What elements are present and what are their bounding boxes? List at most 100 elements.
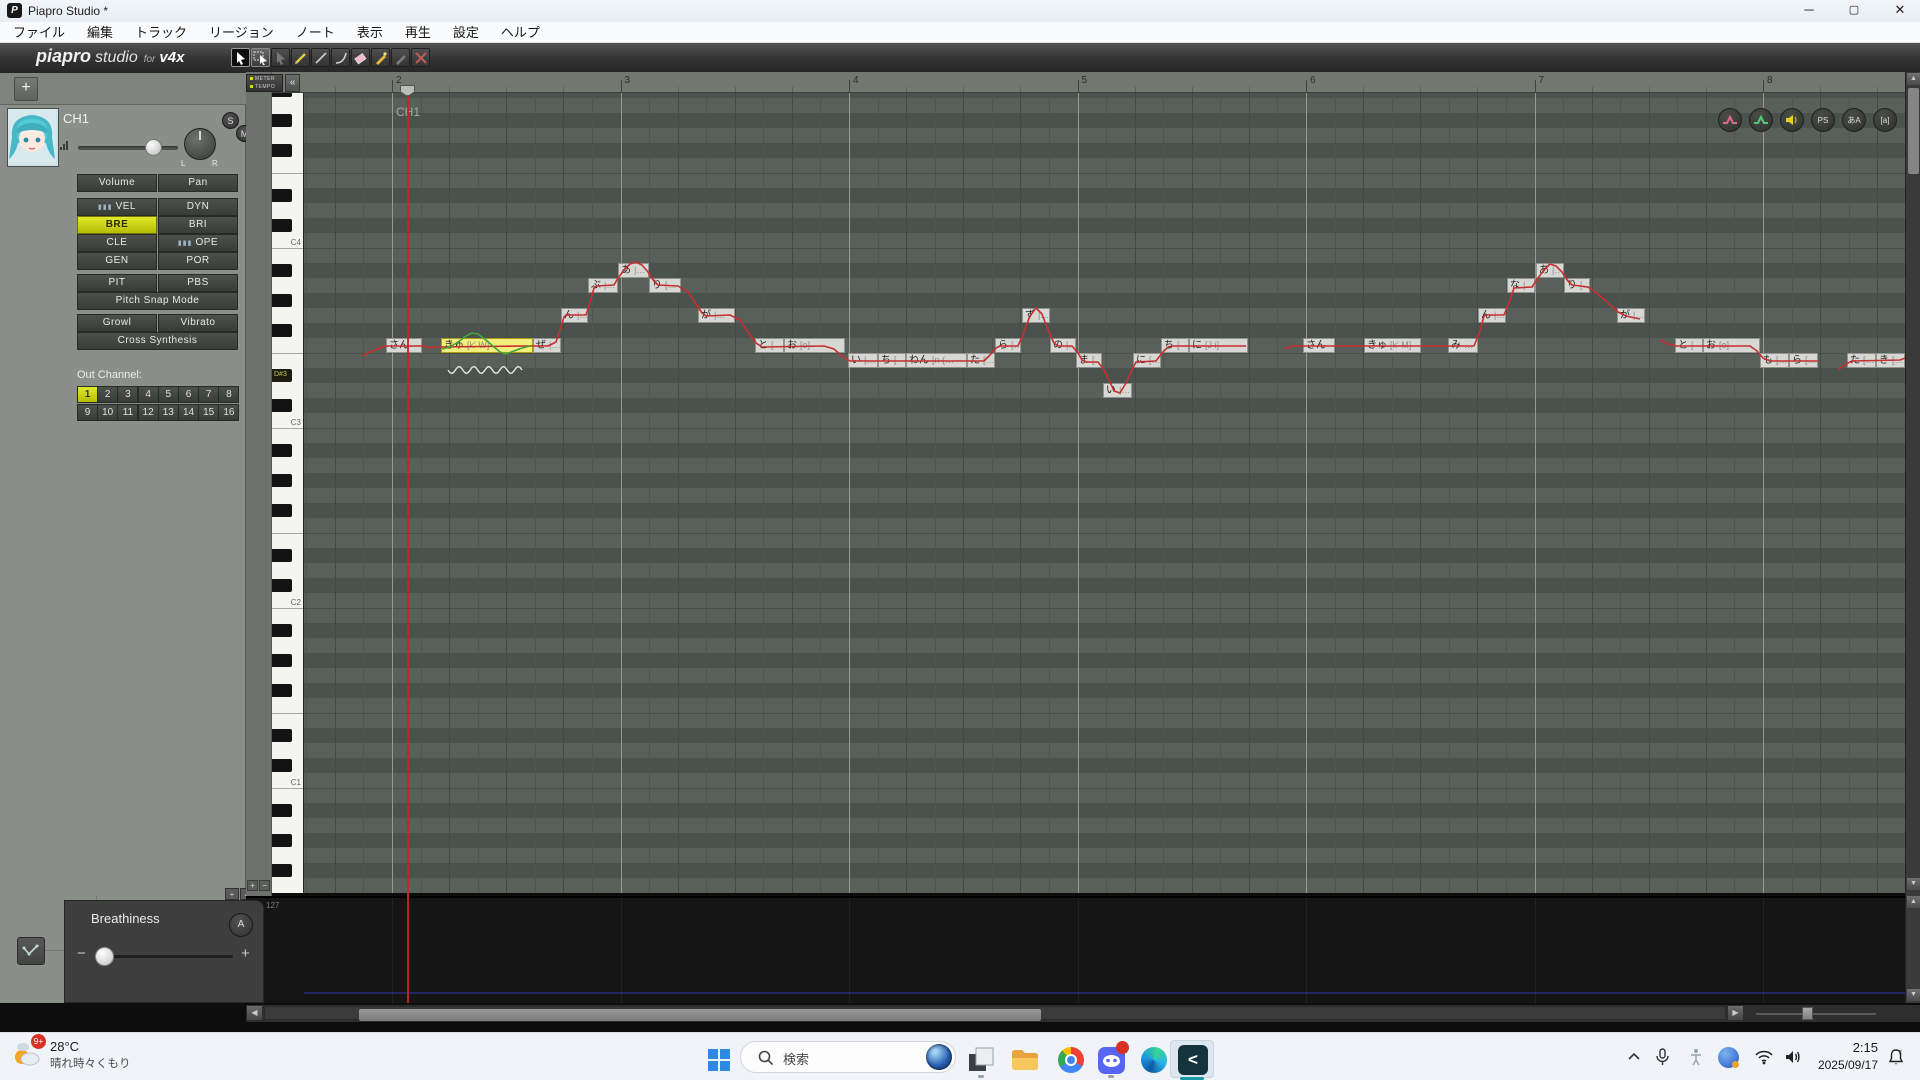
piano-key[interactable] <box>272 473 304 488</box>
menu-item-playback[interactable]: 再生 <box>394 22 442 43</box>
out-channel-5[interactable]: 5 <box>158 386 179 403</box>
note-15[interactable]: ら[… <box>995 338 1021 353</box>
menu-item-region[interactable]: リージョン <box>198 22 285 43</box>
note-4[interactable]: ん|… <box>561 308 588 323</box>
horizontal-scrollbar[interactable]: ◀ ▶ <box>246 1005 1920 1022</box>
note-34[interactable]: ら[… <box>1789 353 1818 368</box>
delete-tool[interactable] <box>411 48 430 67</box>
scroll-left-button[interactable]: ◀ <box>247 1006 262 1020</box>
out-channel-10[interactable]: 10 <box>97 404 118 421</box>
piano-key[interactable] <box>272 728 304 743</box>
out-channel-9[interactable]: 9 <box>77 404 98 421</box>
measure-ruler[interactable]: 2345678 <box>272 72 1905 93</box>
piano-key[interactable] <box>272 383 304 398</box>
marquee-select-tool[interactable] <box>251 48 270 67</box>
notification-bell-icon[interactable]: z <box>1884 1045 1908 1069</box>
minimize-button[interactable]: ─ <box>1789 0 1829 22</box>
param-button-pitch-snap-mode[interactable]: Pitch Snap Mode <box>77 292 238 310</box>
out-channel-12[interactable]: 12 <box>138 404 159 421</box>
menu-item-settings[interactable]: 設定 <box>442 22 490 43</box>
param-button-vibrato[interactable]: Vibrato <box>158 314 238 332</box>
phoneme-ps-button[interactable]: PS <box>1811 108 1835 132</box>
parameter-lane-toggle-button[interactable] <box>17 937 45 965</box>
piano-key[interactable] <box>272 128 304 143</box>
piano-key[interactable] <box>272 248 304 263</box>
select-dim-tool[interactable] <box>271 48 290 67</box>
breathiness-auto-button[interactable]: A <box>229 913 253 937</box>
microphone-icon[interactable] <box>1650 1045 1674 1069</box>
piano-key[interactable] <box>272 458 304 473</box>
taskbar-app-discord[interactable] <box>1096 1045 1126 1075</box>
taskbar-app-explorer[interactable] <box>1010 1045 1040 1075</box>
note-31[interactable]: と[ <box>1675 338 1703 353</box>
weather-widget[interactable]: 9+ 28°C 晴れ時々くもり <box>10 1037 131 1073</box>
panel-plus-button[interactable]: + <box>225 888 239 900</box>
pan-knob[interactable] <box>184 128 216 160</box>
note-3[interactable]: ぜ|… <box>533 338 561 353</box>
app-sphere-icon[interactable] <box>1716 1045 1740 1069</box>
menu-item-note[interactable]: ノート <box>285 22 346 43</box>
note-17[interactable]: の|… <box>1050 338 1076 353</box>
volume-slider-knob[interactable] <box>145 139 162 156</box>
piano-key[interactable] <box>272 338 304 353</box>
piano-key[interactable] <box>272 848 304 863</box>
search-highlight-globe[interactable] <box>926 1044 952 1070</box>
taskbar-app-edge[interactable] <box>1139 1045 1169 1075</box>
vertical-zoom-in-button[interactable]: + <box>247 880 258 891</box>
out-channel-11[interactable]: 11 <box>117 404 138 421</box>
breathiness-slider-knob[interactable] <box>95 947 114 966</box>
pitch-curve-pink-button[interactable] <box>1718 108 1742 132</box>
piano-key[interactable] <box>272 203 304 218</box>
piano-key[interactable] <box>272 188 304 203</box>
scroll-right-button[interactable]: ▶ <box>1728 1006 1743 1020</box>
note-10[interactable]: お[o] <box>784 338 845 353</box>
phoneme-bracket-button[interactable]: [a] <box>1873 108 1897 132</box>
scroll-down-button[interactable]: ▼ <box>1907 878 1920 890</box>
eraser-tool[interactable] <box>351 48 370 67</box>
out-channel-14[interactable]: 14 <box>178 404 199 421</box>
menu-item-edit[interactable]: 編集 <box>76 22 124 43</box>
piano-key[interactable] <box>272 503 304 518</box>
singer-avatar[interactable] <box>7 108 59 167</box>
piano-key[interactable]: C1 <box>272 773 304 788</box>
collapse-lane-button[interactable]: « <box>285 74 300 92</box>
piano-key[interactable] <box>272 278 304 293</box>
note-29[interactable]: り[… <box>1564 278 1590 293</box>
param-button-volume[interactable]: Volume <box>77 174 157 192</box>
select-tool[interactable] <box>231 48 250 67</box>
taskbar-active-app[interactable]: < <box>1170 1040 1214 1078</box>
piano-key[interactable] <box>272 113 304 128</box>
piano-key[interactable] <box>272 143 304 158</box>
piano-key[interactable] <box>272 308 304 323</box>
note-36[interactable]: き[… <box>1876 353 1905 368</box>
note-6[interactable]: あ|… <box>618 263 649 278</box>
note-18[interactable]: ま[… <box>1076 353 1102 368</box>
note-5[interactable]: ぶ|… <box>588 278 618 293</box>
breathiness-plus[interactable]: + <box>241 945 250 962</box>
param-button-cross-synthesis[interactable]: Cross Synthesis <box>77 332 238 350</box>
piano-key[interactable] <box>272 323 304 338</box>
piano-roll[interactable]: CH1 さんきゅ[k' W]ぜ|…ん|…ぶ|…あ|…り[…が|…と[お[o]い|… <box>304 93 1905 893</box>
piano-key[interactable] <box>272 533 304 548</box>
breathiness-minus[interactable]: − <box>77 945 86 962</box>
piano-key[interactable] <box>272 578 304 593</box>
param-button-pan[interactable]: Pan <box>158 174 238 192</box>
curve-tool[interactable] <box>331 48 350 67</box>
menu-item-help[interactable]: ヘルプ <box>490 22 551 43</box>
piano-key[interactable] <box>272 833 304 848</box>
piano-key[interactable] <box>272 743 304 758</box>
horizontal-zoom-slider[interactable] <box>1756 1013 1876 1015</box>
start-button[interactable] <box>704 1045 734 1075</box>
param-button-por[interactable]: POR <box>158 252 238 270</box>
param-button-cle[interactable]: CLE <box>77 234 157 252</box>
piano-key[interactable] <box>272 683 304 698</box>
piano-key[interactable] <box>272 713 304 728</box>
preview-speaker-button[interactable] <box>1780 108 1804 132</box>
piano-key[interactable] <box>272 623 304 638</box>
param-button-bre[interactable]: BRE <box>77 216 157 234</box>
solo-button[interactable]: S <box>222 112 239 129</box>
param-button-growl[interactable]: Growl <box>77 314 157 332</box>
piano-key[interactable] <box>272 818 304 833</box>
note-13[interactable]: ねん[n (… <box>906 353 967 368</box>
param-button-gen[interactable]: GEN <box>77 252 157 270</box>
